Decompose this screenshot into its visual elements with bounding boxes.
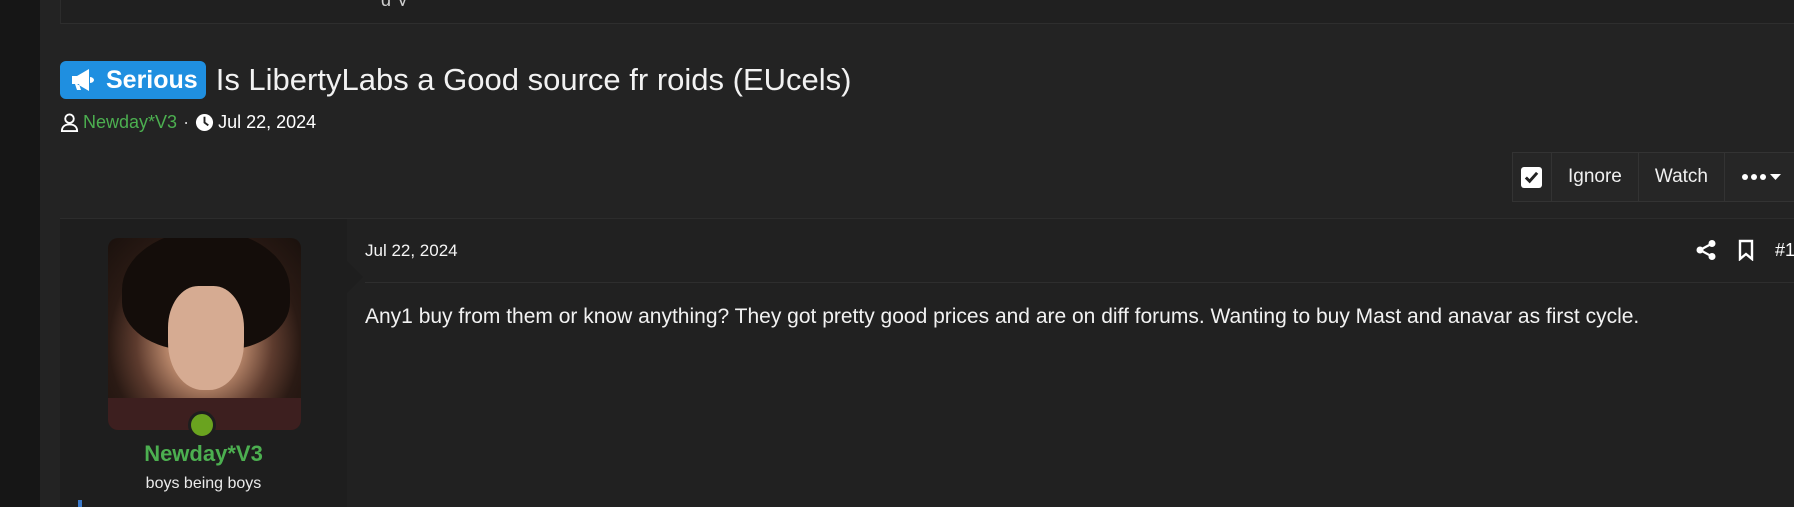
clock-icon [196,113,214,131]
user-icon [60,112,79,132]
checkbox-checked-icon [1521,166,1543,188]
user-title: boys being boys [145,475,262,492]
share-icon[interactable] [1695,239,1717,261]
post-user-cell: Newday*V3 boys being boys [60,219,363,507]
ellipsis-dropdown-icon [1742,174,1781,180]
watch-button[interactable]: Watch [1639,153,1725,201]
post-main: Jul 22, 2024 #1 Any1 buy from them or kn… [365,219,1794,507]
thread-date-link[interactable]: Jul 22, 2024 [218,112,316,133]
title-row: Serious Is LibertyLabs a Good source fr … [60,60,851,100]
left-gutter [0,0,40,507]
meta-separator: · [183,111,190,132]
prefix-badge[interactable]: Serious [60,61,206,99]
post-date-link[interactable]: Jul 22, 2024 [365,241,458,261]
post-body: Any1 buy from them or know anything? The… [365,305,1640,328]
avatar-face [168,286,244,390]
bookmark-icon[interactable] [1735,239,1757,261]
previous-block: g y [60,0,1794,24]
user-avatar[interactable] [108,238,301,430]
user-banner-edge [78,500,82,507]
post-username[interactable]: Newday*V3 [60,441,347,467]
megaphone-icon [72,69,94,91]
post-actions: #1 [1695,239,1794,261]
online-status-indicator [188,411,216,439]
select-thread-checkbox[interactable] [1513,153,1552,201]
post-message: Newday*V3 boys being boys Jul 22, 2024 #… [60,218,1794,507]
thread-title: Is LibertyLabs a Good source fr roids (E… [215,62,852,97]
prefix-label: Serious [106,65,198,94]
post-number-link[interactable]: #1 [1775,240,1794,261]
ignore-button[interactable]: Ignore [1552,153,1639,201]
thread-toolbar: Ignore Watch [1512,152,1794,202]
previous-block-text: g y [381,0,741,6]
thread-header: Serious Is LibertyLabs a Good source fr … [60,60,851,134]
thread-author-link[interactable]: Newday*V3 [83,112,177,133]
post-header: Jul 22, 2024 #1 [365,219,1794,283]
more-options-button[interactable] [1725,153,1794,201]
thread-meta: Newday*V3 · Jul 22, 2024 [60,110,851,134]
